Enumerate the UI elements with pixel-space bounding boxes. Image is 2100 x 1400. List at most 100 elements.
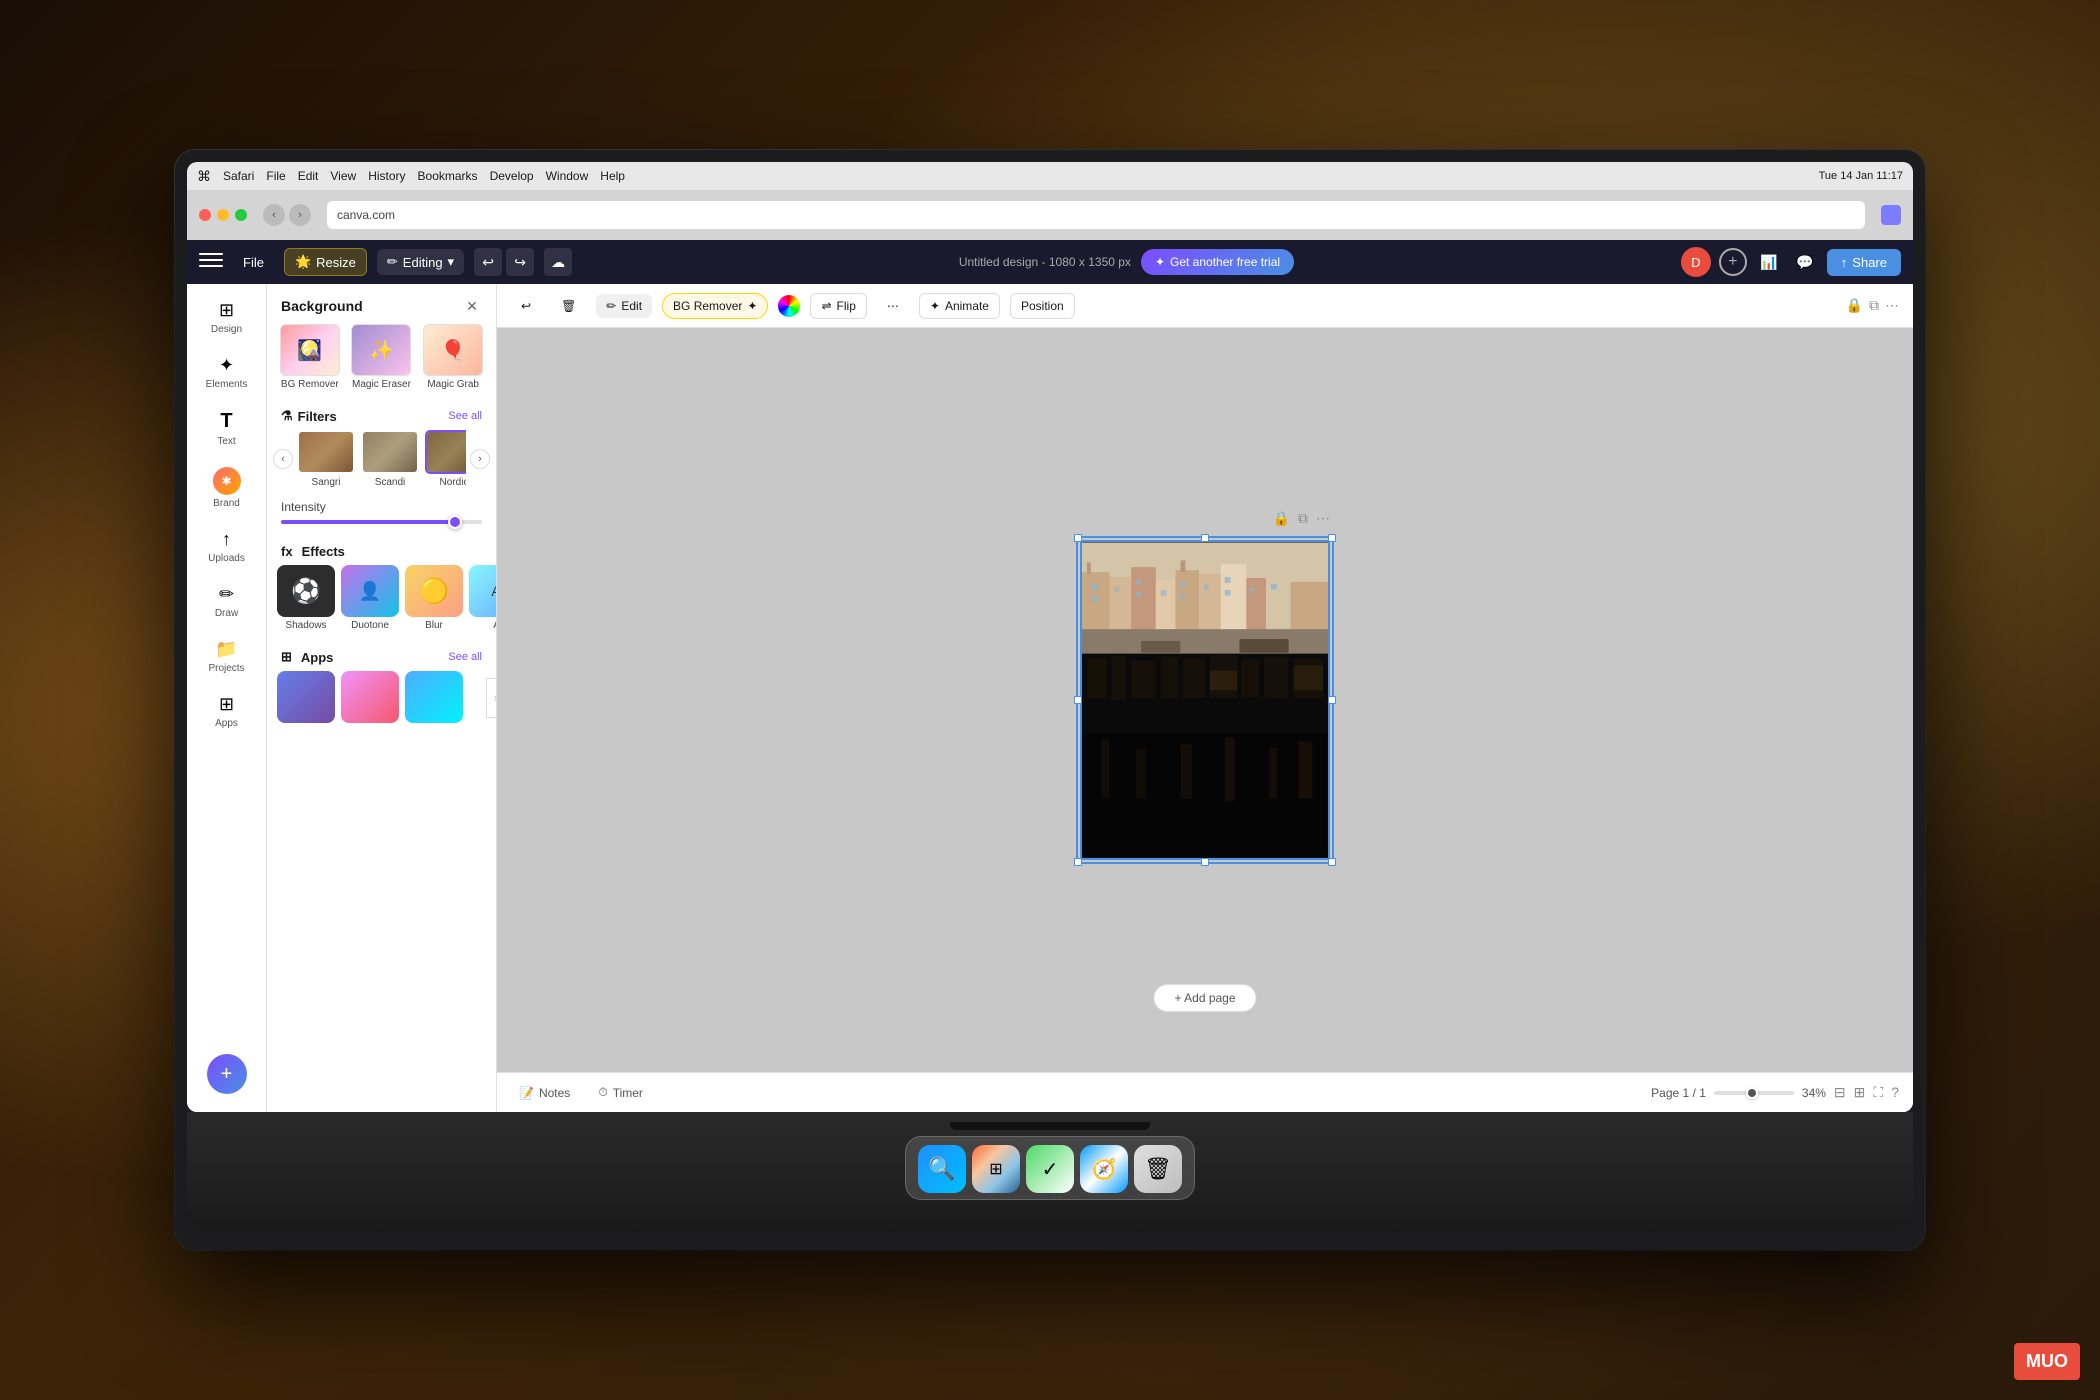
edit-btn[interactable]: ✏ Edit	[596, 294, 652, 318]
add-page-btn[interactable]: + Add page	[1153, 984, 1256, 1012]
sidebar-add-btn[interactable]: +	[207, 1054, 247, 1094]
dock-safari-btn[interactable]: 🧭	[1080, 1145, 1128, 1193]
fullscreen-window-btn[interactable]	[235, 209, 247, 221]
grid-view-icon[interactable]: ⊟	[1834, 1084, 1846, 1101]
menubar-time: Tue 14 Jan 11:17	[1819, 170, 1903, 182]
undo-btn[interactable]: ↩	[474, 248, 502, 276]
dock-reminders-btn[interactable]: ✓	[1026, 1145, 1074, 1193]
resize-btn[interactable]: 🌟 Resize	[284, 248, 367, 276]
effect-duotone[interactable]: 👤 Duotone	[341, 565, 399, 631]
filter-scandi[interactable]: Scandi	[361, 430, 419, 488]
bg-remover-btn-label: BG Remover	[673, 299, 742, 313]
filter-nordic[interactable]: Nordic	[425, 430, 466, 488]
trial-btn[interactable]: ✦ Get another free trial	[1141, 249, 1294, 275]
apps-section	[267, 671, 496, 723]
canvas-area: ↩ 🗑 ✏ Edit BG Remover ✦ ⇌ Flip	[497, 284, 1913, 1112]
apps-grid	[277, 671, 486, 723]
menu-help[interactable]: Help	[600, 169, 625, 183]
sidebar-item-uploads[interactable]: ↑ Uploads	[192, 521, 262, 572]
zoom-slider[interactable]	[1714, 1091, 1794, 1095]
multi-view-icon[interactable]: ⊞	[1854, 1084, 1866, 1101]
hamburger-menu-btn[interactable]	[199, 253, 223, 271]
panel-close-btn[interactable]: ✕	[462, 296, 482, 316]
effect-ai[interactable]: AI AI	[469, 565, 496, 631]
dock-finder-btn[interactable]: 🔍	[918, 1145, 966, 1193]
browser-tab-icon[interactable]	[1881, 205, 1901, 225]
effect-shadows[interactable]: ⚽ Shadows	[277, 565, 335, 631]
magic-grab-tool[interactable]: 🎈 Magic Grab	[420, 324, 486, 390]
menu-view[interactable]: View	[330, 169, 356, 183]
app-item-3[interactable]	[405, 671, 463, 723]
filter-scandi-label: Scandi	[375, 477, 406, 488]
sidebar-item-brand[interactable]: ✱ Brand	[192, 459, 262, 517]
editing-btn[interactable]: ✏ Editing ▾	[377, 249, 464, 275]
address-bar[interactable]: canva.com	[327, 201, 1865, 229]
user-avatar-btn[interactable]: D	[1681, 247, 1711, 277]
design-icon: ⊞	[219, 300, 234, 321]
apps-grid-icon: ⊞	[281, 649, 292, 665]
pencil-icon: ✏	[387, 254, 398, 270]
minimize-window-btn[interactable]	[217, 209, 229, 221]
filter-prev-btn[interactable]: ‹	[273, 449, 293, 469]
analytics-btn[interactable]: 📊	[1755, 248, 1783, 276]
notes-btn[interactable]: 📝 Notes	[511, 1082, 578, 1104]
help-icon[interactable]: ?	[1891, 1084, 1899, 1101]
magic-eraser-tool[interactable]: ✨ Magic Eraser	[349, 324, 415, 390]
menu-develop[interactable]: Develop	[490, 169, 534, 183]
effect-blur[interactable]: 🟡 Blur	[405, 565, 463, 631]
apple-menu-icon[interactable]: ⌘	[197, 168, 211, 185]
bg-remover-btn[interactable]: BG Remover ✦	[662, 293, 768, 319]
canvas-workspace[interactable]: 🔒 ⧉ ⋯	[497, 328, 1913, 1072]
filters-see-all[interactable]: See all	[448, 410, 482, 422]
filter-sangri[interactable]: Sangri	[297, 430, 355, 488]
menu-safari[interactable]: Safari	[223, 169, 254, 183]
menu-bookmarks[interactable]: Bookmarks	[418, 169, 478, 183]
sidebar-item-elements[interactable]: ✦ Elements	[192, 347, 262, 398]
sidebar-item-projects[interactable]: 📁 Projects	[192, 631, 262, 682]
animate-btn[interactable]: ✦ Animate	[919, 293, 1000, 319]
filter-next-btn[interactable]: ›	[470, 449, 490, 469]
delete-btn[interactable]: 🗑	[551, 294, 586, 318]
file-btn[interactable]: File	[233, 250, 274, 275]
redo-btn[interactable]: ↪	[506, 248, 534, 276]
zoom-thumb[interactable]	[1746, 1087, 1758, 1099]
filters-section-header: ⚗ Filters See all	[267, 400, 496, 430]
intensity-thumb[interactable]	[448, 515, 462, 529]
toolbar-right: D + 📊 💬 ↑ Share	[1681, 247, 1901, 277]
canvas-image[interactable]	[1080, 540, 1330, 860]
ai-label: AI	[493, 620, 496, 631]
menu-history[interactable]: History	[368, 169, 405, 183]
share-btn[interactable]: ↑ Share	[1827, 249, 1901, 276]
comments-btn[interactable]: 💬	[1791, 248, 1819, 276]
menu-file[interactable]: File	[266, 169, 285, 183]
sidebar-item-draw[interactable]: ✏ Draw	[192, 576, 262, 627]
sidebar-item-apps[interactable]: ⊞ Apps	[192, 686, 262, 737]
sidebar-item-design[interactable]: ⊞ Design	[192, 292, 262, 343]
panel-collapse-handle[interactable]: ›	[486, 678, 497, 718]
apps-section-header: ⊞ Apps See all	[267, 641, 496, 671]
dock-trash-btn[interactable]: 🗑	[1134, 1145, 1182, 1193]
add-collaborator-btn[interactable]: +	[1719, 248, 1747, 276]
bg-remover-tool[interactable]: 🎑 BG Remover	[277, 324, 343, 390]
menu-edit[interactable]: Edit	[298, 169, 319, 183]
app-item-1[interactable]	[277, 671, 335, 723]
intensity-slider[interactable]	[281, 520, 482, 524]
color-picker-btn[interactable]	[778, 295, 800, 317]
timer-btn[interactable]: ⏱ Timer	[590, 1081, 651, 1104]
cloud-sync-btn[interactable]: ☁	[544, 248, 572, 276]
flip-btn[interactable]: ⇌ Flip	[810, 293, 866, 319]
app-item-2[interactable]	[341, 671, 399, 723]
sidebar-draw-label: Draw	[215, 608, 238, 619]
position-btn[interactable]: Position	[1010, 293, 1075, 319]
dock-launchpad-btn[interactable]: ⊞	[972, 1145, 1020, 1193]
apps-see-all[interactable]: See all	[448, 651, 482, 663]
fullscreen-icon[interactable]: ⛶	[1873, 1084, 1883, 1101]
sidebar-item-text[interactable]: T Text	[192, 402, 262, 455]
undo2-btn[interactable]: ↩	[511, 294, 541, 318]
nav-buttons: ‹ ›	[263, 204, 311, 226]
menu-window[interactable]: Window	[546, 169, 589, 183]
back-btn[interactable]: ‹	[263, 204, 285, 226]
close-window-btn[interactable]	[199, 209, 211, 221]
pattern-btn[interactable]: ⋯	[877, 294, 909, 318]
forward-btn[interactable]: ›	[289, 204, 311, 226]
